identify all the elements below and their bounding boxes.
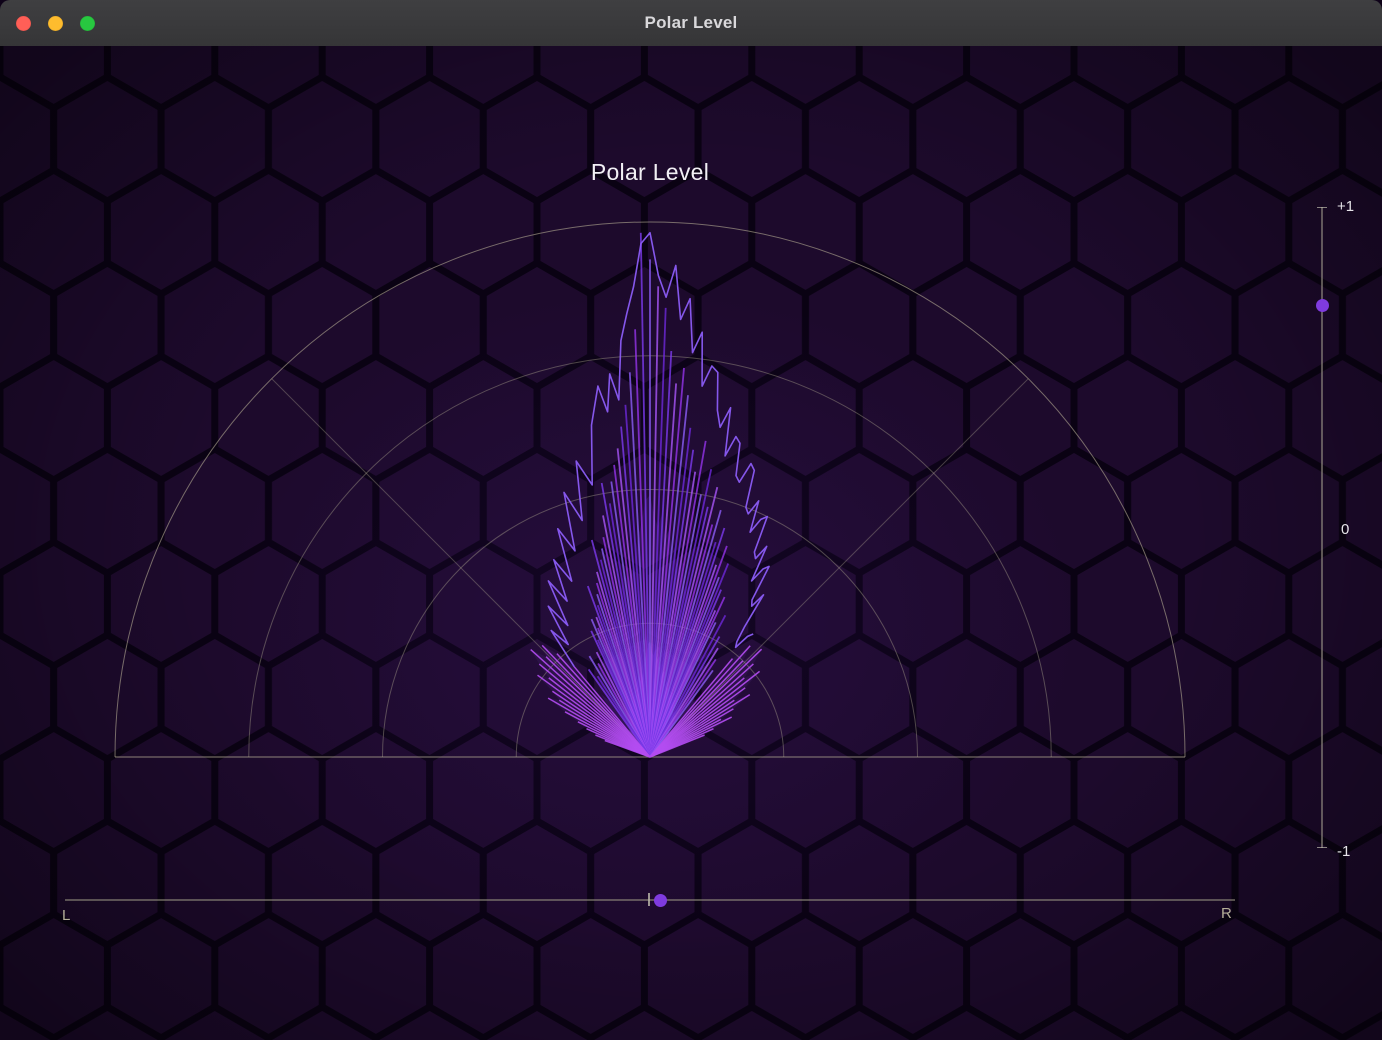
- pan-slider-center-tick: [648, 893, 650, 906]
- polar-level-display: [0, 46, 1382, 1040]
- zoom-button[interactable]: [80, 16, 95, 31]
- level-zero-label: 0: [1341, 521, 1349, 538]
- titlebar: Polar Level: [0, 0, 1382, 47]
- plugin-window: { "window": { "title": "Polar Level" }, …: [0, 0, 1382, 1040]
- window-title: Polar Level: [645, 13, 738, 33]
- level-slider-thumb[interactable]: [1316, 299, 1329, 312]
- traffic-lights: [16, 16, 95, 31]
- level-max-label: +1: [1337, 198, 1354, 215]
- level-min-label: -1: [1337, 843, 1350, 860]
- level-slider-top-tick: [1317, 207, 1327, 208]
- close-button[interactable]: [16, 16, 31, 31]
- minimize-button[interactable]: [48, 16, 63, 31]
- pan-right-label: R: [1221, 905, 1232, 922]
- level-slider-bottom-tick: [1317, 847, 1327, 848]
- pan-slider-thumb[interactable]: [654, 894, 667, 907]
- pan-slider-track[interactable]: [65, 899, 1235, 901]
- plugin-content: Polar Level +1 0 -1 L R: [0, 46, 1382, 1040]
- display-title: Polar Level: [460, 159, 840, 186]
- pan-left-label: L: [62, 907, 70, 924]
